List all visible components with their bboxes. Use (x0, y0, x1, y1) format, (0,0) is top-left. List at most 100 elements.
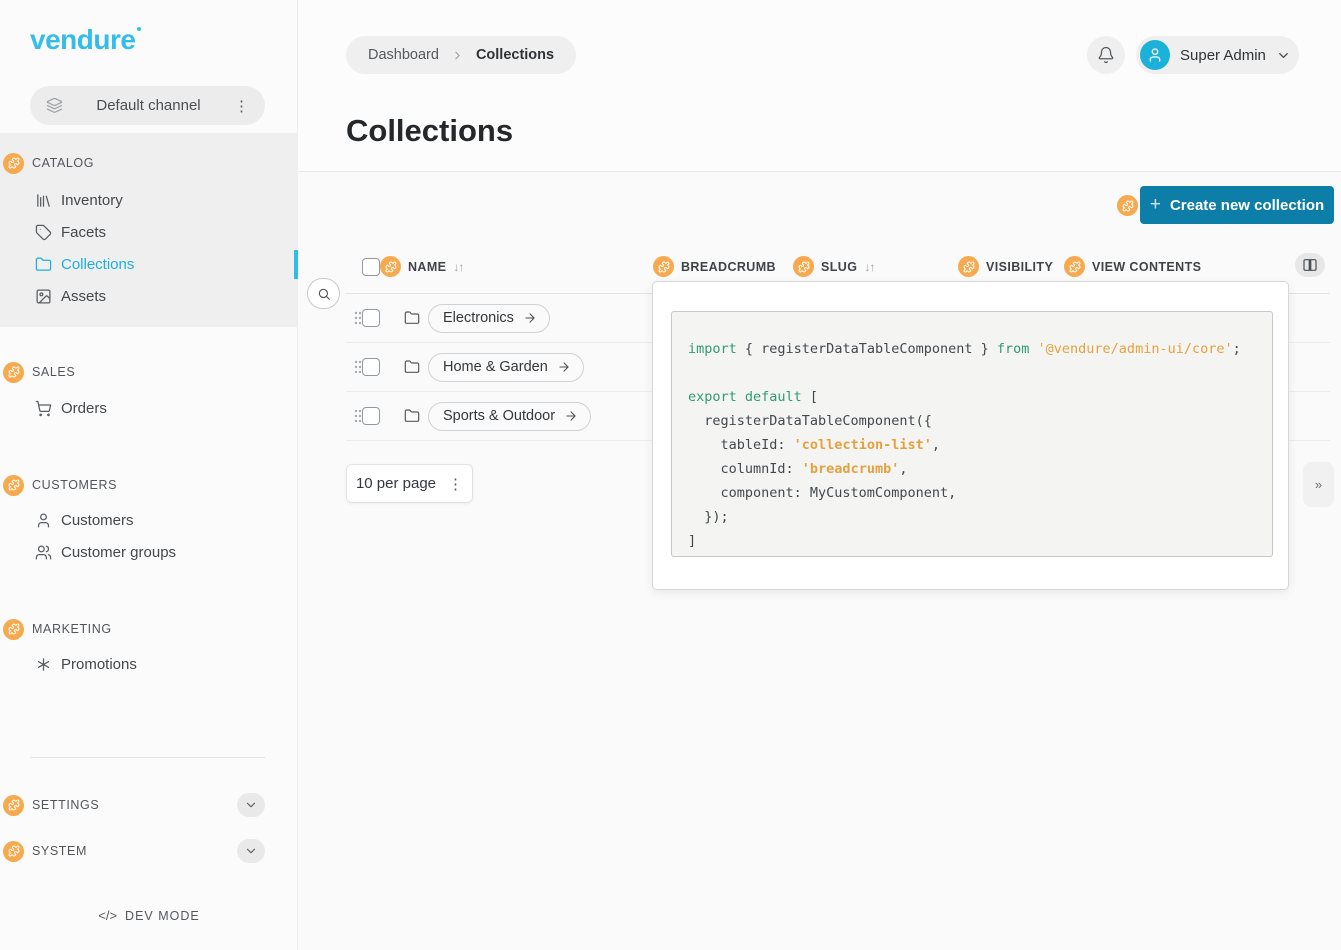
drag-handle-icon[interactable] (354, 360, 362, 374)
expand-system-button[interactable] (237, 839, 265, 863)
vendure-logo: vendure (30, 24, 141, 56)
cart-icon (35, 400, 52, 417)
sidebar-section-settings[interactable]: SETTINGS (0, 793, 298, 817)
folder-icon (35, 256, 52, 273)
sidebar-divider (30, 757, 265, 758)
row-checkbox[interactable] (362, 358, 380, 376)
channel-selector[interactable]: Default channel ⋮ (30, 86, 265, 125)
column-header-view-contents[interactable]: VIEW CONTENTS (1064, 256, 1201, 277)
arrow-right-icon (557, 360, 571, 374)
sort-icon[interactable]: ↓↑ (864, 260, 874, 274)
dev-mode-puzzle-badge-icon[interactable] (3, 841, 24, 862)
table-search-toggle[interactable] (307, 278, 340, 309)
section-title: CATALOG (32, 156, 94, 170)
section-title: SALES (32, 365, 75, 379)
section-title: SETTINGS (32, 798, 237, 812)
sidebar-item-facets[interactable]: Facets (35, 218, 106, 246)
sidebar-section-system[interactable]: SYSTEM (0, 839, 298, 863)
collection-name: Sports & Outdoor (443, 408, 555, 424)
columns-icon (1302, 257, 1318, 273)
sort-icon[interactable]: ↓↑ (453, 260, 463, 274)
drag-handle-icon[interactable] (354, 311, 362, 325)
dev-mode-puzzle-badge-icon[interactable] (793, 256, 814, 277)
column-header-slug[interactable]: SLUG ↓↑ (793, 256, 874, 277)
sidebar-item-orders[interactable]: Orders (35, 394, 107, 422)
bell-icon (1097, 46, 1115, 64)
asterisk-icon (35, 656, 52, 673)
column-label: VIEW CONTENTS (1092, 260, 1201, 274)
dev-mode-puzzle-badge-icon[interactable] (1117, 195, 1138, 216)
expand-settings-button[interactable] (237, 793, 265, 817)
column-header-name[interactable]: NAME ↓↑ (380, 256, 463, 277)
kebab-icon: ⋮ (448, 475, 463, 493)
code-line: import { registerDataTableComponent } fr… (688, 337, 1272, 361)
dev-mode-puzzle-badge-icon[interactable] (3, 362, 24, 383)
next-page-button[interactable]: » (1303, 462, 1334, 507)
user-icon (1147, 47, 1163, 63)
code-block: import { registerDataTableComponent } fr… (671, 311, 1273, 557)
create-new-collection-button[interactable]: + Create new collection (1140, 186, 1334, 224)
sidebar-item-customers[interactable]: Customers (35, 506, 134, 534)
column-header-breadcrumb[interactable]: BREADCRUMB (653, 256, 776, 277)
items-per-page-select[interactable]: 10 per page ⋮ (346, 464, 473, 503)
image-icon (35, 288, 52, 305)
sidebar-section-sales: SALES (0, 361, 75, 383)
collection-link-chip[interactable]: Home & Garden (428, 353, 584, 382)
sidebar: vendure Default channel ⋮ CATALOG Invent… (0, 0, 298, 950)
code-line: ] (688, 529, 1272, 553)
user-icon (35, 512, 52, 529)
drag-handle-icon[interactable] (354, 409, 362, 423)
arrow-right-icon (564, 409, 578, 423)
select-all-checkbox[interactable] (362, 258, 380, 276)
dev-mode-puzzle-badge-icon[interactable] (958, 256, 979, 277)
column-label: NAME (408, 260, 446, 274)
sidebar-section-marketing: MARKETING (0, 618, 112, 640)
breadcrumb: Dashboard Collections (346, 36, 576, 74)
collection-link-chip[interactable]: Electronics (428, 304, 550, 333)
dev-mode-puzzle-badge-icon[interactable] (380, 256, 401, 277)
tag-icon (35, 224, 52, 241)
dev-mode-puzzle-badge-icon[interactable] (3, 153, 24, 174)
row-checkbox[interactable] (362, 309, 380, 327)
sidebar-item-collections[interactable]: Collections (35, 250, 134, 278)
dev-mode-puzzle-badge-icon[interactable] (653, 256, 674, 277)
column-picker-button[interactable] (1295, 253, 1325, 277)
sidebar-item-inventory[interactable]: Inventory (35, 186, 123, 214)
arrow-right-icon (523, 311, 537, 325)
page-title: Collections (346, 113, 513, 149)
sidebar-item-customer-groups[interactable]: Customer groups (35, 538, 176, 566)
sidebar-item-promotions[interactable]: Promotions (35, 650, 137, 678)
breadcrumb-dashboard-link[interactable]: Dashboard (368, 47, 439, 63)
sidebar-section-catalog: CATALOG (0, 152, 94, 174)
collection-link-chip[interactable]: Sports & Outdoor (428, 402, 591, 431)
row-checkbox[interactable] (362, 407, 380, 425)
dev-mode-puzzle-badge-icon[interactable] (3, 795, 24, 816)
dev-mode-toggle[interactable]: </> DEV MODE (0, 908, 298, 923)
sidebar-item-label: Collections (61, 256, 134, 273)
channel-label: Default channel (63, 97, 234, 114)
code-brackets-icon: </> (98, 908, 117, 923)
section-title: SYSTEM (32, 844, 237, 858)
dev-mode-puzzle-badge-icon[interactable] (3, 475, 24, 496)
folder-icon (404, 359, 420, 375)
chevron-down-icon (244, 844, 258, 858)
dev-mode-puzzle-badge-icon[interactable] (3, 619, 24, 640)
column-label: VISIBILITY (986, 260, 1053, 274)
dev-mode-label: DEV MODE (125, 909, 200, 923)
breadcrumb-current: Collections (476, 47, 554, 63)
user-menu[interactable]: Super Admin (1136, 36, 1299, 74)
code-line (688, 361, 1272, 385)
notifications-button[interactable] (1087, 36, 1125, 74)
avatar (1140, 40, 1170, 70)
sidebar-item-assets[interactable]: Assets (35, 282, 106, 310)
code-line: component: MyCustomComponent, (688, 481, 1272, 505)
sidebar-item-label: Promotions (61, 656, 137, 673)
column-header-visibility[interactable]: VISIBILITY (958, 256, 1053, 277)
dev-mode-puzzle-badge-icon[interactable] (1064, 256, 1085, 277)
kebab-icon[interactable]: ⋮ (234, 97, 249, 115)
folder-icon (404, 408, 420, 424)
user-name: Super Admin (1180, 47, 1266, 64)
users-icon (35, 544, 52, 561)
create-button-label: Create new collection (1170, 197, 1324, 214)
active-item-indicator (294, 250, 298, 279)
